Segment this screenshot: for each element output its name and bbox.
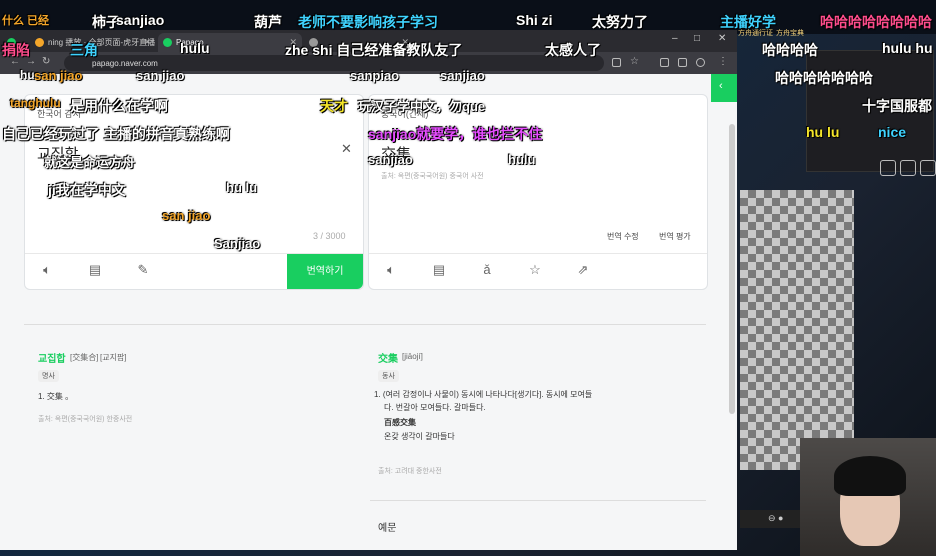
danmaku-comment: zhe shi 自己经准备教队友了 — [285, 42, 463, 58]
danmaku-comment: 三角 — [70, 42, 98, 58]
examples-heading: 예문 — [378, 523, 397, 534]
danmaku-comment: Sanjiao — [214, 236, 261, 251]
notebook-icon[interactable]: ▤ — [431, 262, 447, 278]
rate-translation-link[interactable]: 번역 평가 — [659, 231, 691, 242]
danmaku-comment: sanpiao — [350, 68, 400, 83]
danmaku-comment: 主播好学 — [720, 14, 776, 30]
chevron-left-icon: ‹ — [719, 80, 723, 92]
tab-favicon — [35, 38, 44, 47]
speaker-icon[interactable]: 🔈︎ — [39, 262, 55, 278]
danmaku-comment: 哈哈哈哈哈哈哈 — [775, 70, 873, 86]
danmaku-comment: nice — [878, 124, 907, 140]
url-text: papago.naver.com — [92, 59, 158, 68]
dict-left-pron: [교지팝] — [100, 353, 127, 362]
danmaku-comment: 哈哈哈哈哈哈哈哈 — [820, 14, 932, 30]
transparent-canvas-area — [740, 190, 854, 470]
danmaku-comment: hulu — [180, 40, 210, 56]
zoom-icon: ⊖ ● — [768, 513, 784, 523]
danmaku-comment: sanjiao — [116, 12, 165, 28]
danmaku-comment: hu lu — [226, 180, 258, 195]
side-toggle[interactable]: ‹ — [711, 74, 737, 102]
profile-icon[interactable] — [696, 58, 705, 67]
close-tab-icon[interactable]: ✕ — [143, 33, 151, 52]
danmaku-comment: hulu hu — [882, 40, 933, 56]
favorite-star-icon[interactable]: ☆ — [527, 262, 543, 278]
sidebar-icon[interactable] — [678, 58, 687, 67]
dict-right-pinyin: [jiāojí] — [402, 352, 423, 361]
dict-right-def2: 다. 번갈아 모여들다. 갈마들다. — [384, 403, 486, 412]
danmaku-comment: 十字国服都 — [862, 98, 932, 114]
tab-favicon — [163, 38, 172, 47]
dict-left-def: 1. 交集 。 — [38, 392, 74, 401]
dict-right-pos: 동사 — [378, 370, 399, 382]
extension-icon[interactable] — [660, 58, 669, 67]
danmaku-comment: sanjiao — [440, 68, 485, 83]
danmaku-comment: Shi zi — [516, 12, 553, 28]
target-toolbar: 🔈︎ ▤ ǎ ☆ ⇗ — [369, 253, 707, 288]
dict-right-title[interactable]: 交集 — [378, 350, 398, 365]
pinyin-icon[interactable]: ǎ — [479, 262, 495, 278]
danmaku-comment: 是用什么在学啊 — [70, 98, 168, 114]
tab-label: ning 播放 · 全部页面-虎牙直播 — [48, 38, 156, 47]
translate-button[interactable]: 번역하기 — [287, 254, 363, 289]
danmaku-comment: hu lu — [806, 124, 840, 140]
menu-icon[interactable]: ⋮ — [718, 56, 728, 67]
dict-left-title[interactable]: 교집합 — [38, 350, 66, 365]
reload-icon[interactable]: ↻ — [42, 56, 50, 67]
dict-right-example-label: 百感交集 — [384, 418, 416, 427]
section-divider — [24, 324, 706, 325]
streamer-hair — [834, 456, 906, 496]
handwriting-icon[interactable]: ✎ — [135, 262, 151, 278]
zoom-control[interactable]: ⊖ ● — [740, 510, 800, 528]
danmaku-comment: sanjiao就要学，谁也拦不住 — [368, 126, 543, 142]
game-icon-1[interactable] — [880, 160, 896, 176]
close-window-button[interactable]: ✕ — [718, 33, 726, 44]
danmaku-comment: 玩汉子学中文，勿que — [358, 99, 486, 114]
char-counter: 3 / 3000 — [313, 231, 346, 241]
danmaku-comment: hu — [20, 68, 35, 82]
speaker-icon[interactable]: 🔈︎ — [383, 262, 399, 278]
translation-source-note: 출처: 옥편(중국국어원) 중국어 사전 — [381, 173, 484, 180]
danmaku-comment: 什么 已经 — [2, 15, 50, 27]
danmaku-comment: 太努力了 — [592, 14, 648, 30]
clear-text-icon[interactable]: ✕ — [341, 141, 352, 157]
danmaku-comment: 葫芦 — [254, 14, 282, 30]
dict-right-example-text: 온갖 생각이 갈마들다 — [384, 432, 455, 441]
examples-divider — [370, 500, 706, 501]
bookmark-star-icon[interactable]: ☆ — [630, 56, 639, 67]
danmaku-comment: san jiao — [136, 68, 185, 83]
danmaku-comment: sanjiao — [368, 152, 413, 167]
danmaku-comment: 老师不要影响孩子学习 — [298, 14, 438, 30]
webcam-overlay — [800, 438, 936, 556]
game-icon-3[interactable] — [920, 160, 936, 176]
dict-left-pos: 명사 — [38, 370, 59, 382]
dict-left-source: 출처: 옥편(중국국어원) 한중사전 — [38, 416, 133, 423]
danmaku-comment: 捐陷 — [2, 42, 30, 58]
game-icon-2[interactable] — [900, 160, 916, 176]
danmaku-comment: san jiao — [34, 68, 83, 83]
dict-left-hanja: [交集合] — [70, 353, 99, 362]
danmaku-comment: 就这是命运方舟 — [44, 155, 136, 170]
papago-page: ‹ 한국어 감지 교집합 ✕ 3 / 3000 🔈︎ ▤ ✎ 번역하기 중국어(… — [0, 74, 737, 550]
notebook-icon[interactable]: ▤ — [87, 262, 103, 278]
source-toolbar: 🔈︎ ▤ ✎ 번역하기 — [25, 253, 363, 289]
danmaku-comment: tanghulu — [10, 96, 61, 110]
edit-translation-link[interactable]: 번역 수정 — [607, 231, 639, 242]
danmaku-comment: 太感人了 — [545, 42, 601, 58]
danmaku-comment: 自己已经玩过了 主播的拼音真熟练啊 — [2, 126, 230, 142]
dict-right-def1: 1. (여러 감정이나 사물이) 동시에 나타나다[생기다]. 동시에 모여들 — [374, 390, 593, 399]
game-label-guide[interactable]: 方舟宝典 — [776, 28, 804, 38]
maximize-button[interactable]: □ — [694, 33, 700, 44]
danmaku-comment: ji我在学中文 — [48, 182, 126, 198]
dict-right-source: 출처: 고려대 중한사전 — [378, 468, 442, 475]
danmaku-comment: 天才 — [320, 98, 348, 114]
minimize-button[interactable]: – — [672, 33, 678, 44]
danmaku-comment: 哈哈哈哈 — [762, 42, 818, 58]
install-icon[interactable] — [612, 58, 621, 67]
scrollbar[interactable] — [729, 124, 735, 414]
danmaku-comment: hulu — [508, 152, 536, 167]
danmaku-comment: san jiao — [162, 208, 211, 223]
share-icon[interactable]: ⇗ — [575, 262, 591, 278]
